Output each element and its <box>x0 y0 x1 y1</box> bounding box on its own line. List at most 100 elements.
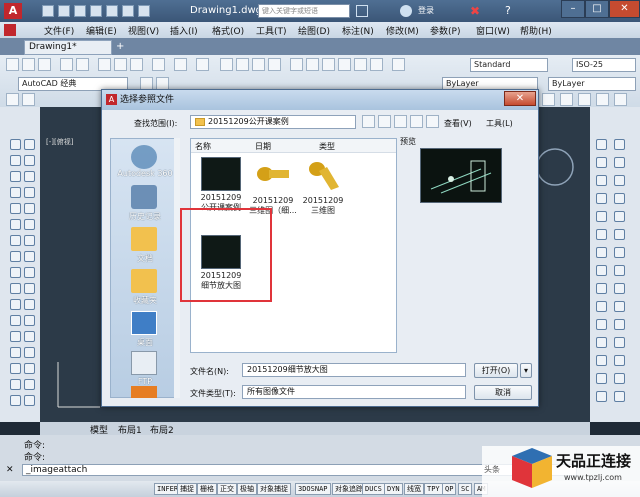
object-snap-icon[interactable] <box>596 319 607 330</box>
history-icon[interactable] <box>131 185 157 209</box>
array-icon[interactable] <box>10 299 21 310</box>
open-icon[interactable] <box>58 5 70 17</box>
break-icon[interactable] <box>10 347 21 358</box>
place-desktop[interactable]: 桌面 <box>111 337 179 348</box>
point-icon[interactable] <box>10 235 21 246</box>
object-snap-icon[interactable] <box>614 193 625 204</box>
dialog-close-button[interactable]: ✕ <box>504 91 536 106</box>
object-snap-icon[interactable] <box>614 391 625 402</box>
rectangle-icon[interactable] <box>10 171 21 182</box>
linear-dimension-icon[interactable] <box>6 93 19 106</box>
object-snap-icon[interactable] <box>596 301 607 312</box>
zoom-previous-icon[interactable] <box>268 58 281 71</box>
save-icon[interactable] <box>38 58 51 71</box>
object-snap-icon[interactable] <box>596 193 607 204</box>
object-snap-icon[interactable] <box>596 283 607 294</box>
object-snap-icon[interactable] <box>614 283 625 294</box>
place-autodesk-360[interactable]: Autodesk 360 <box>111 169 179 178</box>
status-grid[interactable]: 栅格 <box>197 483 217 495</box>
menu-view[interactable]: 视图(V) <box>128 24 159 37</box>
status-ortho[interactable]: 正交 <box>217 483 237 495</box>
explode-icon[interactable] <box>10 379 21 390</box>
construction-line-icon[interactable] <box>24 139 35 150</box>
status-dyn[interactable]: DYN <box>384 483 403 495</box>
dimension-icon[interactable] <box>596 157 607 168</box>
place-favorites[interactable]: 收藏夹 <box>111 295 179 306</box>
rotate-icon[interactable] <box>24 299 35 310</box>
status-qp[interactable]: QP <box>442 483 457 495</box>
documents-icon[interactable] <box>131 227 157 251</box>
object-snap-icon[interactable] <box>596 229 607 240</box>
text-icon[interactable] <box>10 395 21 406</box>
new-icon[interactable] <box>6 58 19 71</box>
menu-parameters[interactable]: 参数(P) <box>430 24 460 37</box>
hatch-icon[interactable] <box>578 93 591 106</box>
print-icon[interactable] <box>106 5 118 17</box>
table-icon[interactable] <box>596 93 609 106</box>
buzzsaw-icon[interactable] <box>131 386 157 398</box>
dimension-icon[interactable] <box>614 175 625 186</box>
search-input[interactable]: 键入关键字或短语 <box>258 4 350 18</box>
dim-style-select[interactable]: ISO-25 <box>572 58 636 72</box>
preview-icon[interactable] <box>76 58 89 71</box>
dimension-icon[interactable] <box>614 139 625 150</box>
menu-tools[interactable]: 工具(T) <box>256 24 287 37</box>
paste-icon[interactable] <box>130 58 143 71</box>
gradient-icon[interactable] <box>10 251 21 262</box>
ellipse-icon[interactable] <box>24 203 35 214</box>
place-history[interactable]: 历史记录 <box>111 211 179 222</box>
file-item[interactable]: 20151209三维图 <box>299 157 347 216</box>
autodesk-360-icon[interactable] <box>131 145 157 169</box>
help-icon[interactable] <box>392 58 405 71</box>
new-folder-icon[interactable] <box>426 115 439 128</box>
mtext-icon[interactable] <box>24 395 35 406</box>
undo-icon[interactable] <box>174 58 187 71</box>
object-snap-icon[interactable] <box>596 247 607 258</box>
object-snap-icon[interactable] <box>614 247 625 258</box>
calculator-icon[interactable] <box>370 58 383 71</box>
status-snap[interactable]: 捕捉 <box>177 483 197 495</box>
app-menu-icon[interactable] <box>4 24 16 36</box>
circle-icon[interactable] <box>10 187 21 198</box>
status-3dosnap[interactable]: 3DOSNAP <box>295 483 331 495</box>
close-button[interactable]: ✕ <box>609 0 640 18</box>
maximize-button[interactable]: □ <box>585 0 609 18</box>
status-tpy[interactable]: TPY <box>424 483 443 495</box>
minimize-button[interactable]: – <box>561 0 585 18</box>
open-icon[interactable] <box>22 58 35 71</box>
new-tab-icon[interactable]: + <box>116 41 124 52</box>
new-icon[interactable] <box>42 5 54 17</box>
join-icon[interactable] <box>24 347 35 358</box>
place-documents[interactable]: 文档 <box>111 253 179 264</box>
up-folder-icon[interactable] <box>378 115 391 128</box>
menu-help[interactable]: 帮助(H) <box>520 24 552 37</box>
menu-draw[interactable]: 绘图(D) <box>298 24 330 37</box>
linetype-select[interactable]: ByLayer <box>548 77 636 91</box>
undo-icon[interactable] <box>122 5 134 17</box>
column-name[interactable]: 名称 <box>195 141 211 152</box>
plot-style-icon[interactable] <box>542 93 555 106</box>
redo-icon[interactable] <box>196 58 209 71</box>
open-options-dropdown[interactable]: ▾ <box>520 363 532 378</box>
copy-object-icon[interactable] <box>24 267 35 278</box>
copy-icon[interactable] <box>114 58 127 71</box>
insert-block-icon[interactable] <box>10 219 21 230</box>
save-icon[interactable] <box>74 5 86 17</box>
tab-drawing1[interactable]: Drawing1* <box>24 40 112 55</box>
design-center-icon[interactable] <box>306 58 319 71</box>
favorites-icon[interactable] <box>131 269 157 293</box>
view-menu[interactable]: 查看(V) <box>444 118 472 129</box>
dimension-icon[interactable] <box>614 157 625 168</box>
print-icon[interactable] <box>60 58 73 71</box>
desktop-icon[interactable] <box>131 311 157 335</box>
chamfer-icon[interactable] <box>10 363 21 374</box>
back-icon[interactable] <box>362 115 375 128</box>
block-icon[interactable] <box>560 93 573 106</box>
revision-cloud-icon[interactable] <box>24 187 35 198</box>
status-lineweight[interactable]: 线宽 <box>404 483 424 495</box>
object-snap-icon[interactable] <box>596 355 607 366</box>
stretch-icon[interactable] <box>24 315 35 326</box>
zoom-window-icon[interactable] <box>252 58 265 71</box>
tools-menu[interactable]: 工具(L) <box>486 118 513 129</box>
object-snap-icon[interactable] <box>614 301 625 312</box>
